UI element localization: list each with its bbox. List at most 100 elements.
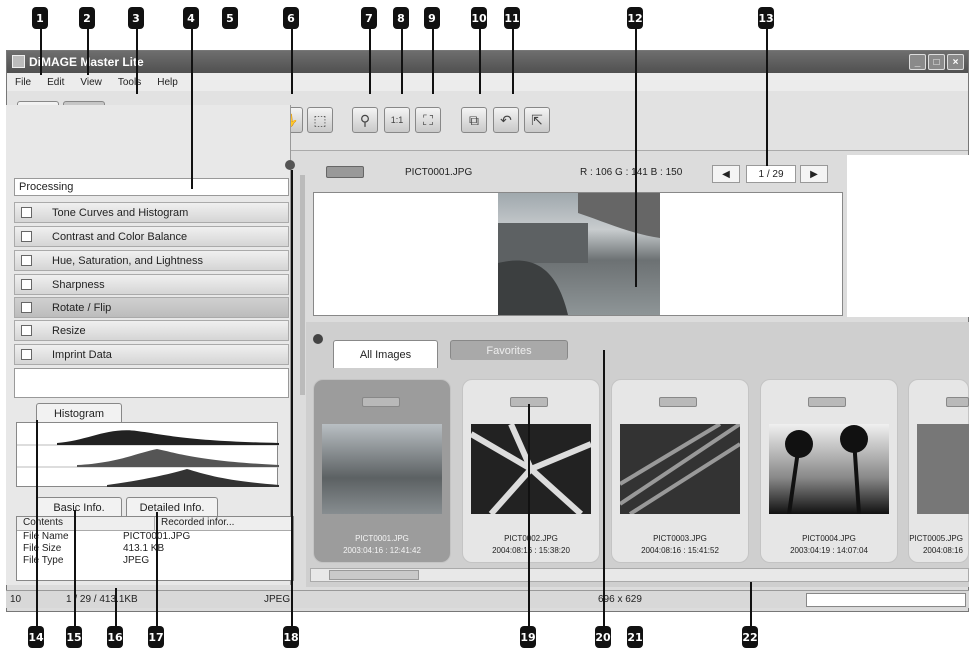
checkbox[interactable] bbox=[21, 325, 32, 336]
tab-favorites[interactable]: Favorites bbox=[450, 340, 568, 360]
proc-item-sharpness[interactable]: Sharpness bbox=[14, 274, 289, 295]
callout-9: 9 bbox=[424, 7, 440, 29]
collapse-thumbnails-icon[interactable] bbox=[313, 334, 323, 344]
title-bar[interactable]: DiMAGE Master Lite _ □ × bbox=[7, 51, 968, 73]
thumbnail-label bbox=[659, 397, 697, 407]
export-icon: ⇱ bbox=[531, 111, 543, 128]
checkbox[interactable] bbox=[21, 302, 32, 313]
checkbox[interactable] bbox=[21, 231, 32, 242]
proc-item-label: Contrast and Color Balance bbox=[52, 230, 188, 243]
menu-view[interactable]: View bbox=[80, 77, 102, 88]
thumbnail-date: 2003:04:16 : 12:41:42 bbox=[343, 546, 421, 555]
thumbnail-filename: PICT0001.JPG bbox=[355, 534, 409, 543]
checkbox[interactable] bbox=[21, 279, 32, 290]
info-table: Contents Recorded infor... File NamePICT… bbox=[16, 516, 294, 581]
thumbnail-filename: PICT0004.JPG bbox=[802, 534, 856, 543]
actual-size-button[interactable]: 1:1 bbox=[384, 107, 410, 133]
callout-10: 10 bbox=[471, 7, 487, 29]
app-icon bbox=[12, 55, 25, 68]
tab-all-images[interactable]: All Images bbox=[333, 340, 438, 368]
leader-line bbox=[191, 29, 193, 189]
callout-3: 3 bbox=[128, 7, 144, 29]
checkbox[interactable] bbox=[21, 255, 32, 266]
leader-line bbox=[115, 588, 117, 626]
undo-button[interactable]: ↶ bbox=[493, 107, 519, 133]
collapse-left-pane-icon[interactable] bbox=[285, 160, 295, 170]
thumbnail-date: 2004:08:16 bbox=[922, 546, 963, 555]
scrollbar[interactable] bbox=[300, 175, 305, 395]
callout-14: 14 bbox=[28, 626, 44, 648]
leader-line bbox=[40, 29, 42, 75]
callout-17: 17 bbox=[148, 626, 164, 648]
next-image-button[interactable]: ▶ bbox=[800, 165, 828, 183]
leader-line bbox=[87, 29, 89, 75]
info-key: File Type bbox=[23, 555, 64, 566]
info-key: File Name bbox=[23, 531, 69, 542]
preview-filename: PICT0001.JPG bbox=[405, 167, 473, 178]
minimize-button[interactable]: _ bbox=[909, 54, 926, 70]
leader-line bbox=[291, 170, 293, 626]
leader-line bbox=[512, 29, 514, 94]
status-left: 10 bbox=[10, 594, 22, 605]
thumbnail-date: 2003:04:19 : 14:07:04 bbox=[790, 546, 868, 555]
callout-15: 15 bbox=[66, 626, 82, 648]
callout-12: 12 bbox=[627, 7, 643, 29]
callout-21: 21 bbox=[627, 626, 643, 648]
menu-file[interactable]: File bbox=[15, 77, 31, 88]
callout-22: 22 bbox=[742, 626, 758, 648]
tab-basic-info[interactable]: Basic Info. bbox=[36, 497, 122, 517]
callout-5: 5 bbox=[222, 7, 238, 29]
tab-detailed-info[interactable]: Detailed Info. bbox=[126, 497, 218, 517]
thumbnail-image bbox=[322, 424, 442, 514]
status-field bbox=[806, 593, 966, 607]
thumbnail-image bbox=[620, 424, 740, 514]
export-button[interactable]: ⇱ bbox=[524, 107, 550, 133]
histogram-panel bbox=[16, 422, 279, 487]
leader-line bbox=[479, 29, 481, 94]
select-icon: ⬚ bbox=[313, 111, 327, 128]
compare-button[interactable]: ⧉ bbox=[461, 107, 487, 133]
menu-edit[interactable]: Edit bbox=[47, 77, 64, 88]
callout-6: 6 bbox=[283, 7, 299, 29]
proc-item-label: Tone Curves and Histogram bbox=[52, 206, 189, 219]
callout-1: 1 bbox=[32, 7, 48, 29]
histogram-graph bbox=[17, 430, 279, 487]
proc-item-imprint[interactable]: Imprint Data bbox=[14, 344, 289, 365]
proc-item-rotate[interactable]: Rotate / Flip bbox=[14, 297, 289, 318]
tab-histogram[interactable]: Histogram bbox=[36, 403, 122, 423]
proc-item-contrast[interactable]: Contrast and Color Balance bbox=[14, 226, 289, 247]
thumbnail-image bbox=[917, 424, 969, 514]
compare-icon: ⧉ bbox=[469, 111, 479, 128]
callout-13: 13 bbox=[758, 7, 774, 29]
callout-20: 20 bbox=[595, 626, 611, 648]
callout-7: 7 bbox=[361, 7, 377, 29]
leader-line bbox=[156, 512, 158, 626]
maximize-button[interactable]: □ bbox=[928, 54, 945, 70]
leader-line bbox=[291, 29, 293, 94]
checkbox[interactable] bbox=[21, 207, 32, 218]
fit-window-button[interactable]: ⛶ bbox=[415, 107, 441, 133]
processing-empty-area bbox=[14, 368, 289, 398]
zoom-button[interactable]: ⚲ bbox=[352, 107, 378, 133]
horizontal-scrollbar[interactable] bbox=[310, 568, 969, 582]
callout-4: 4 bbox=[183, 7, 199, 29]
leader-line bbox=[36, 420, 38, 626]
menu-help[interactable]: Help bbox=[157, 77, 178, 88]
proc-item-resize[interactable]: Resize bbox=[14, 320, 289, 341]
select-tool-button[interactable]: ⬚ bbox=[307, 107, 333, 133]
checkbox[interactable] bbox=[21, 349, 32, 360]
proc-item-tone-curves[interactable]: Tone Curves and Histogram bbox=[14, 202, 289, 223]
thumbnail-image bbox=[769, 424, 889, 514]
thumbnail-label bbox=[362, 397, 400, 407]
status-bar: 10 1 / 29 / 413.1KB JPEG 696 x 629 bbox=[6, 590, 969, 608]
prev-image-button[interactable]: ◀ bbox=[712, 165, 740, 183]
close-button[interactable]: × bbox=[947, 54, 964, 70]
thumbnail-filename: PICT0005.JPG bbox=[909, 534, 963, 543]
status-filetype: JPEG bbox=[264, 594, 291, 605]
thumbnail-filename: PICT0002.JPG bbox=[504, 534, 558, 543]
leader-line bbox=[750, 582, 752, 626]
processing-header: Processing bbox=[14, 178, 289, 196]
scrollbar-thumb[interactable] bbox=[329, 570, 419, 580]
proc-item-hue[interactable]: Hue, Saturation, and Lightness bbox=[14, 250, 289, 271]
side-blank bbox=[847, 155, 969, 317]
